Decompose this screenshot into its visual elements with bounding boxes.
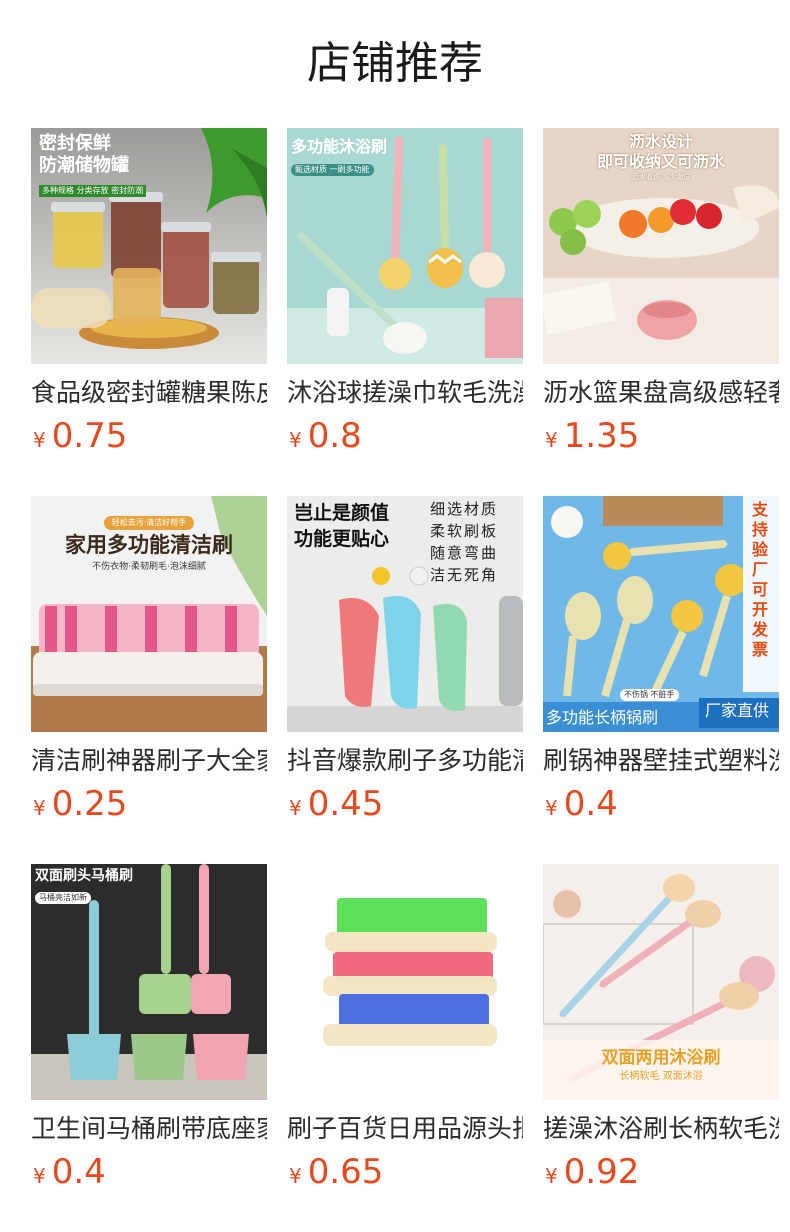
- product-name[interactable]: 抖音爆款刷子多功能清洁: [287, 744, 523, 778]
- product-price: ¥1.35: [545, 414, 639, 458]
- product-card[interactable]: 刷子百货日用品源头批发 ¥0.65: [287, 864, 523, 1204]
- image-caption: 双面两用沐浴刷 长柄软毛 双面沐浴: [601, 1048, 721, 1082]
- product-price: ¥0.75: [33, 414, 127, 458]
- price-value: 0.4: [51, 1152, 106, 1192]
- product-card[interactable]: 卫生间马桶刷带底座家用 ¥0.4: [31, 864, 267, 1204]
- product-price: ¥0.8: [289, 414, 362, 458]
- image-caption: 岂止是颜值 功能更贴心: [294, 502, 390, 550]
- image-caption: 不伤锅 不脏手: [620, 689, 679, 701]
- product-name[interactable]: 沐浴球搓澡巾软毛洗澡: [287, 376, 523, 410]
- product-price: ¥0.65: [289, 1150, 383, 1194]
- product-card[interactable]: 搓澡沐浴刷长柄软毛洗澡 ¥0.92: [543, 864, 779, 1204]
- product-price: ¥0.45: [289, 782, 383, 826]
- product-name[interactable]: 刷锅神器壁挂式塑料洗锅: [543, 744, 779, 778]
- product-price: ¥0.4: [545, 782, 618, 826]
- product-name[interactable]: 刷子百货日用品源头批发: [287, 1112, 523, 1146]
- product-name[interactable]: 搓澡沐浴刷长柄软毛洗澡: [543, 1112, 779, 1146]
- price-value: 0.65: [307, 1152, 384, 1192]
- section-title: 店铺推荐: [307, 38, 483, 89]
- currency-symbol: ¥: [33, 1164, 46, 1188]
- currency-symbol: ¥: [289, 428, 302, 452]
- price-value: 1.35: [563, 416, 640, 456]
- price-value: 0.25: [51, 784, 128, 824]
- image-caption: 轻松去污·清洁好帮手 家用多功能清洁刷 不伤衣物·柔韧刷毛·泡沫细腻: [65, 516, 233, 572]
- currency-symbol: ¥: [33, 428, 46, 452]
- image-caption: 细选材质 柔软刷板 随意弯曲 洁无死角: [430, 500, 499, 584]
- currency-symbol: ¥: [545, 1164, 558, 1188]
- price-value: 0.4: [563, 784, 618, 824]
- image-caption: 多功能长柄锅刷: [546, 708, 659, 727]
- currency-symbol: ¥: [33, 796, 46, 820]
- image-caption: 双面刷头马桶刷 马桶亮洁如新: [35, 868, 133, 904]
- price-value: 0.75: [51, 416, 128, 456]
- product-card[interactable]: 沐浴球搓澡巾软毛洗澡 ¥0.8: [287, 128, 523, 468]
- shop-recommend-page: 店铺推荐 食品级密封罐糖果陈皮 ¥ 0.75 密封保鲜 防潮储物罐 多种规格 分…: [0, 0, 790, 1232]
- image-caption: 支持验厂可开发票: [752, 500, 769, 659]
- image-caption: 沥水设计 即可收纳又可沥水 沥水收纳 减少潮湿: [596, 132, 725, 181]
- product-price: ¥0.25: [33, 782, 127, 826]
- image-caption: 多功能沐浴刷 甄选材质 一刷多功能: [291, 137, 388, 176]
- product-name[interactable]: 沥水篮果盘高级感轻奢: [543, 376, 779, 410]
- currency-symbol: ¥: [289, 1164, 302, 1188]
- image-caption: 厂家直供: [705, 701, 770, 720]
- price-value: 0.92: [563, 1152, 640, 1192]
- product-name[interactable]: 卫生间马桶刷带底座家用: [31, 1112, 267, 1146]
- product-image[interactable]: [287, 864, 523, 1100]
- currency-symbol: ¥: [545, 796, 558, 820]
- product-name[interactable]: 食品级密封罐糖果陈皮: [31, 376, 267, 410]
- price-value: 0.8: [307, 416, 362, 456]
- price-value: 0.45: [307, 784, 384, 824]
- currency-symbol: ¥: [289, 796, 302, 820]
- currency-symbol: ¥: [545, 428, 558, 452]
- image-caption: 密封保鲜 防潮储物罐 多种规格 分类存放 密封防潮: [39, 133, 147, 199]
- product-price: ¥0.92: [545, 1150, 639, 1194]
- product-name[interactable]: 清洁刷神器刷子大全家用: [31, 744, 267, 778]
- product-price: ¥0.4: [33, 1150, 106, 1194]
- product-card[interactable]: 刷锅神器壁挂式塑料洗锅 ¥0.4: [543, 496, 779, 836]
